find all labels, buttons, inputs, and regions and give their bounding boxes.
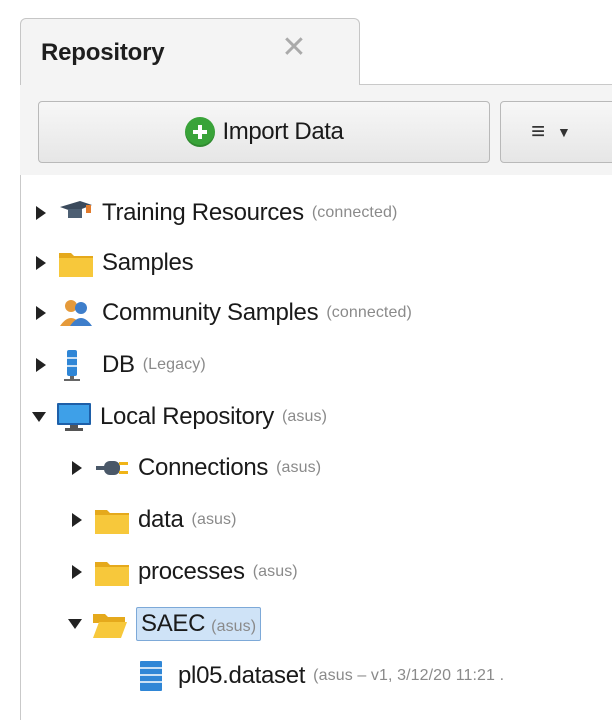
- tree-item-label: Community Samples: [102, 299, 319, 326]
- import-data-button[interactable]: Import Data: [38, 101, 490, 163]
- repository-tree: Training Resources (connected) Samples C…: [20, 180, 612, 719]
- options-menu-button[interactable]: ≡ ▼: [500, 101, 612, 163]
- tree-item-processes[interactable]: processes (asus): [70, 552, 298, 592]
- repository-toolbar: Import Data ≡ ▼: [20, 85, 612, 175]
- database-icon: [58, 349, 94, 381]
- collapse-arrow-icon[interactable]: [68, 619, 82, 629]
- tree-item-saec[interactable]: SAEC (asus): [68, 604, 262, 644]
- plug-icon: [94, 452, 130, 484]
- expand-arrow-icon[interactable]: [70, 513, 84, 527]
- tree-item-label: Connections: [138, 454, 269, 481]
- import-data-label: Import Data: [222, 118, 344, 145]
- tree-item-community-samples[interactable]: Community Samples (connected): [34, 293, 412, 333]
- tree-item-data[interactable]: data (asus): [70, 500, 237, 540]
- expand-arrow-icon[interactable]: [70, 565, 84, 579]
- graduation-cap-icon: [58, 197, 94, 229]
- tree-item-meta: (connected): [326, 304, 412, 321]
- tree-item-label: SAEC: [141, 610, 206, 637]
- tab-repository[interactable]: Repository ✕: [20, 18, 360, 85]
- expand-arrow-icon[interactable]: [34, 206, 48, 220]
- expand-arrow-icon[interactable]: [34, 256, 48, 270]
- selected-highlight[interactable]: SAEC (asus): [136, 607, 262, 641]
- tree-item-local-repository[interactable]: Local Repository (asus): [32, 397, 327, 437]
- tree-item-label: Local Repository: [100, 403, 274, 430]
- tree-item-pl05-dataset[interactable]: pl05.dataset (asus – v1, 3/12/20 11:21 .: [138, 656, 504, 696]
- expand-arrow-icon[interactable]: [70, 461, 84, 475]
- folder-icon: [94, 556, 130, 588]
- dataset-icon: [138, 660, 170, 692]
- tree-item-meta: (connected): [311, 204, 398, 221]
- users-icon: [58, 297, 94, 329]
- expand-arrow-icon[interactable]: [34, 306, 48, 320]
- tree-item-meta: (Legacy): [142, 356, 206, 373]
- tree-item-training-resources[interactable]: Training Resources (connected): [34, 193, 397, 233]
- monitor-icon: [56, 401, 92, 433]
- tree-item-meta: (asus): [211, 618, 257, 635]
- tree-item-meta: (asus): [281, 408, 328, 425]
- open-folder-icon: [92, 608, 128, 640]
- tree-item-label: processes: [138, 558, 245, 585]
- add-circle-icon: [184, 117, 215, 147]
- collapse-arrow-icon[interactable]: [32, 412, 46, 422]
- folder-icon: [58, 247, 94, 279]
- tree-item-meta: (asus): [191, 511, 237, 528]
- hamburger-icon: ≡: [531, 118, 546, 145]
- tab-title: Repository: [41, 39, 165, 66]
- tree-item-label: Samples: [102, 249, 194, 276]
- tree-item-label: data: [138, 506, 184, 533]
- tree-item-samples[interactable]: Samples: [34, 243, 194, 283]
- expand-arrow-icon[interactable]: [34, 358, 48, 372]
- tree-item-label: Training Resources: [102, 199, 304, 226]
- tree-item-label: DB: [102, 351, 135, 378]
- close-icon[interactable]: ✕: [279, 33, 309, 63]
- dropdown-arrow-icon: ▼: [557, 124, 571, 140]
- tree-item-meta: (asus): [252, 563, 298, 580]
- tree-item-connections[interactable]: Connections (asus): [70, 448, 321, 488]
- tree-item-db[interactable]: DB (Legacy): [34, 345, 206, 385]
- tree-item-meta: (asus – v1, 3/12/20 11:21 .: [313, 667, 505, 684]
- tree-item-meta: (asus): [276, 459, 322, 476]
- tree-item-label: pl05.dataset: [178, 662, 306, 689]
- folder-icon: [94, 504, 130, 536]
